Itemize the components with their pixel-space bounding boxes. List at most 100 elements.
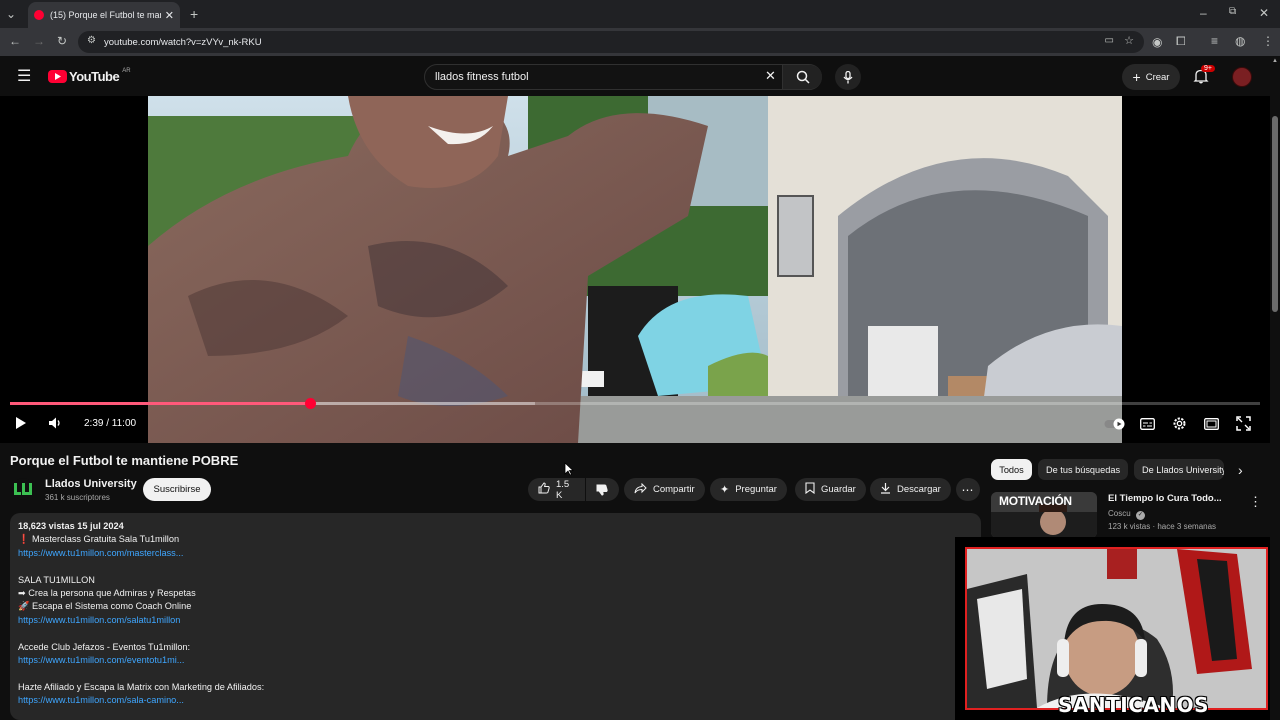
reading-list-icon[interactable]: ≡ (1211, 34, 1218, 48)
youtube-logo-text: YouTube (69, 69, 120, 84)
thumbs-up-icon (538, 482, 550, 497)
install-app-icon[interactable]: ▭ (1105, 35, 1114, 46)
ask-button[interactable]: ✦ Preguntar (710, 478, 787, 501)
extension-icon[interactable]: ◉ (1152, 35, 1162, 49)
subtitles-button[interactable] (1140, 417, 1155, 433)
scrollbar-thumb[interactable] (1272, 116, 1278, 312)
tab-close-icon[interactable]: ✕ (165, 9, 174, 22)
download-icon (880, 482, 891, 497)
microphone-icon (843, 70, 853, 83)
autoplay-toggle-icon (1104, 418, 1125, 430)
page-scrollbar[interactable]: ▲ (1270, 56, 1280, 720)
description-link[interactable]: https://www.tu1millon.com/eventotu1mi... (18, 654, 973, 667)
back-icon[interactable]: ← (9, 34, 21, 48)
dislike-button[interactable] (586, 478, 619, 501)
description-line: Accede Club Jefazos - Eventos Tu1millon: (18, 641, 191, 652)
browser-toolbar: ← → ↻ ⚙ youtube.com/watch?v=zVYv_nk-RKU … (0, 28, 1280, 56)
save-button[interactable]: Guardar (795, 478, 866, 501)
voice-search-button[interactable] (835, 64, 861, 90)
recommendation-menu-icon[interactable]: ⋮ (1249, 494, 1262, 510)
video-player[interactable] (0, 96, 1270, 443)
play-button[interactable] (15, 416, 27, 433)
subscriber-count: 361 k suscriptores (45, 493, 110, 502)
search-input[interactable]: llados fitness futbol (435, 71, 529, 83)
volume-button[interactable] (48, 416, 62, 433)
sparkle-icon: ✦ (720, 484, 730, 496)
minimize-icon[interactable]: – (1200, 6, 1207, 20)
fullscreen-button[interactable] (1236, 416, 1251, 434)
browser-menu-icon[interactable]: ⋮ (1262, 34, 1274, 48)
browser-tab-strip: ⌄ (15) Porque el Futbol te mantiene POBR… (0, 0, 1280, 28)
bookmark-icon (805, 482, 815, 497)
extensions-puzzle-icon[interactable]: ⧠ (1176, 34, 1186, 49)
recommendation-title[interactable]: El Tiempo lo Cura Todo... (1108, 493, 1222, 504)
scroll-up-icon[interactable]: ▲ (1272, 58, 1278, 64)
profile-icon[interactable]: ◍ (1235, 34, 1245, 48)
description-link[interactable]: https://www.tu1millon.com/sala-camino... (18, 694, 973, 707)
chip-todos[interactable]: Todos (991, 459, 1032, 480)
progress-scrubber[interactable] (305, 398, 316, 409)
youtube-favicon-icon (34, 10, 44, 20)
country-code: AR (122, 67, 131, 74)
recommendation-channel-name: Coscu (1108, 509, 1131, 518)
hamburger-menu-icon[interactable]: ☰ (17, 66, 31, 86)
description-line: ➡ Crea la persona que Admiras y Respetas (18, 588, 196, 599)
progress-bar[interactable] (10, 402, 1260, 405)
share-button[interactable]: Compartir (624, 478, 705, 501)
search-bar[interactable]: llados fitness futbol ✕ (424, 64, 822, 90)
channel-avatar[interactable] (12, 478, 34, 500)
youtube-logo[interactable]: YouTube AR (48, 67, 131, 84)
time-display: 2:39 / 11:00 (84, 418, 137, 429)
theater-mode-button[interactable] (1204, 417, 1219, 433)
webcam-feed-image (967, 549, 1266, 708)
window-close-icon[interactable]: ✕ (1259, 6, 1269, 20)
share-label: Compartir (653, 484, 695, 495)
forward-icon[interactable]: → (33, 34, 45, 48)
notifications-button[interactable]: 9+ (1193, 65, 1215, 89)
ask-label: Preguntar (735, 484, 777, 495)
more-horizontal-icon: ⋯ (961, 482, 975, 497)
reload-icon[interactable]: ↻ (57, 34, 67, 48)
video-frame[interactable] (148, 96, 1122, 443)
chip-from-searches[interactable]: De tus búsquedas (1038, 459, 1129, 480)
site-info-icon[interactable]: ⚙ (87, 35, 96, 46)
recommendation-thumbnail[interactable]: MOTIVACIÓN (991, 492, 1097, 538)
youtube-play-logo-icon (48, 70, 67, 83)
description-line: Hazte Afiliado y Escapa la Matrix con Ma… (18, 681, 265, 692)
streamer-name: SANTICANOS (1058, 693, 1210, 717)
save-label: Guardar (821, 484, 856, 495)
video-frame-image (148, 96, 1122, 443)
share-icon (634, 482, 647, 497)
chips-next-icon[interactable]: › (1238, 462, 1243, 478)
description-stats: 18,623 vistas 15 jul 2024 (18, 521, 124, 531)
gear-icon (1173, 417, 1186, 430)
description-line: SALA TU1MILLON (18, 574, 95, 585)
fullscreen-icon (1236, 416, 1251, 431)
tab-title: (15) Porque el Futbol te mantiene POBRE … (50, 10, 161, 20)
notification-badge: 9+ (1201, 65, 1215, 72)
more-actions-button[interactable]: ⋯ (956, 478, 980, 501)
chip-from-channel[interactable]: De Llados University (1134, 459, 1224, 480)
download-label: Descargar (897, 484, 941, 495)
settings-button[interactable] (1172, 416, 1187, 434)
restore-icon[interactable]: ⧉ (1229, 6, 1236, 17)
channel-name[interactable]: Llados University (45, 478, 137, 490)
bookmark-star-icon[interactable]: ☆ (1124, 34, 1134, 47)
autoplay-toggle[interactable] (1104, 417, 1126, 433)
description-box[interactable]: 18,623 vistas 15 jul 2024 ❗ Masterclass … (10, 513, 981, 720)
description-link[interactable]: https://www.tu1millon.com/masterclass... (18, 547, 973, 560)
progress-buffered (10, 402, 535, 405)
description-link[interactable]: https://www.tu1millon.com/salatu1millon (18, 614, 973, 627)
new-tab-icon[interactable]: + (190, 6, 198, 22)
account-avatar[interactable] (1232, 67, 1252, 87)
download-button[interactable]: Descargar (870, 478, 951, 501)
like-button[interactable]: 1.5 K (528, 478, 585, 501)
search-button[interactable] (782, 65, 822, 89)
browser-tab-active[interactable]: (15) Porque el Futbol te mantiene POBRE … (28, 2, 180, 28)
subscribe-button[interactable]: Suscribirse (143, 478, 211, 501)
tab-search-icon[interactable]: ⌄ (6, 7, 16, 21)
create-button[interactable]: + Crear (1122, 64, 1180, 90)
address-bar[interactable]: ⚙ youtube.com/watch?v=zVYv_nk-RKU ▭ ☆ (78, 31, 1144, 53)
recommendation-channel[interactable]: Coscu ✓ (1108, 509, 1145, 520)
clear-search-icon[interactable]: ✕ (765, 68, 776, 84)
